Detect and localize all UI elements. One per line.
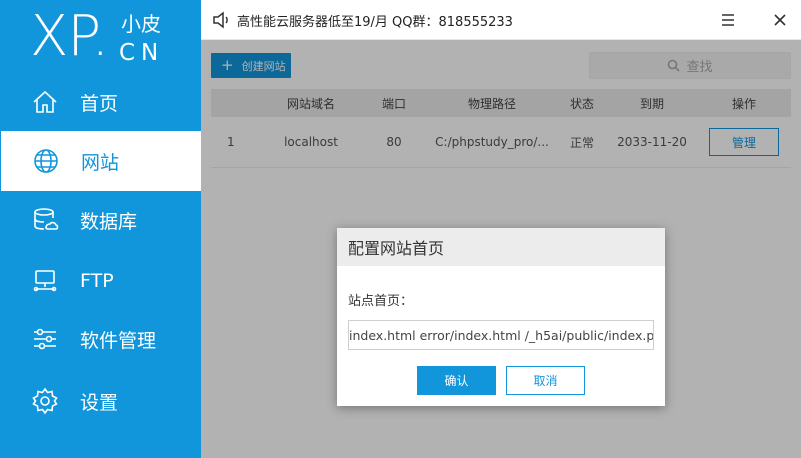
homepage-config-dialog: 配置网站首页 站点首页： index.html error/index.html… [337,228,665,406]
speaker-icon [211,10,231,30]
close-icon[interactable] [768,8,792,32]
nav-item-database[interactable]: 数据库 [0,190,201,250]
logo-chinese: 小皮 [121,12,161,36]
homepage-label: 站点首页： [348,294,414,309]
top-bar: 高性能云服务器低至19/月 QQ群：818555233 [201,0,801,40]
database-icon [30,205,60,235]
dialog-title: 配置网站首页 [337,228,665,266]
nav-label-home: 首页 [80,92,119,115]
nav-label-website: 网站 [81,151,120,174]
nav-item-software[interactable]: 软件管理 [0,309,201,369]
sidebar: XP. 小皮 CN 首页 网站 数据库 FTP 软件管理 设置 [0,0,201,458]
nav-item-website[interactable]: 网站 [1,131,201,191]
nav-item-settings[interactable]: 设置 [0,371,201,431]
nav-label-settings: 设置 [80,391,119,414]
nav-item-ftp[interactable]: FTP [0,251,201,311]
server-icon [30,266,60,296]
gear-icon [30,386,60,416]
confirm-button[interactable]: 确认 [417,366,496,395]
homepage-input[interactable]: index.html error/index.html /_h5ai/publi… [348,320,654,350]
sliders-icon [30,324,60,354]
nav-item-home[interactable]: 首页 [0,72,201,132]
logo-domain: CN [119,40,165,66]
home-icon [30,87,60,117]
globe-icon [31,146,61,176]
menu-icon[interactable] [716,8,740,32]
logo-mark: XP. [30,4,109,69]
nav-label-database: 数据库 [80,210,138,233]
announcement-text[interactable]: 高性能云服务器低至19/月 QQ群：818555233 [237,11,513,30]
nav-label-ftp: FTP [80,270,114,292]
nav-label-software: 软件管理 [80,329,157,352]
cancel-button[interactable]: 取消 [506,366,585,395]
logo: XP. 小皮 CN [30,6,200,68]
